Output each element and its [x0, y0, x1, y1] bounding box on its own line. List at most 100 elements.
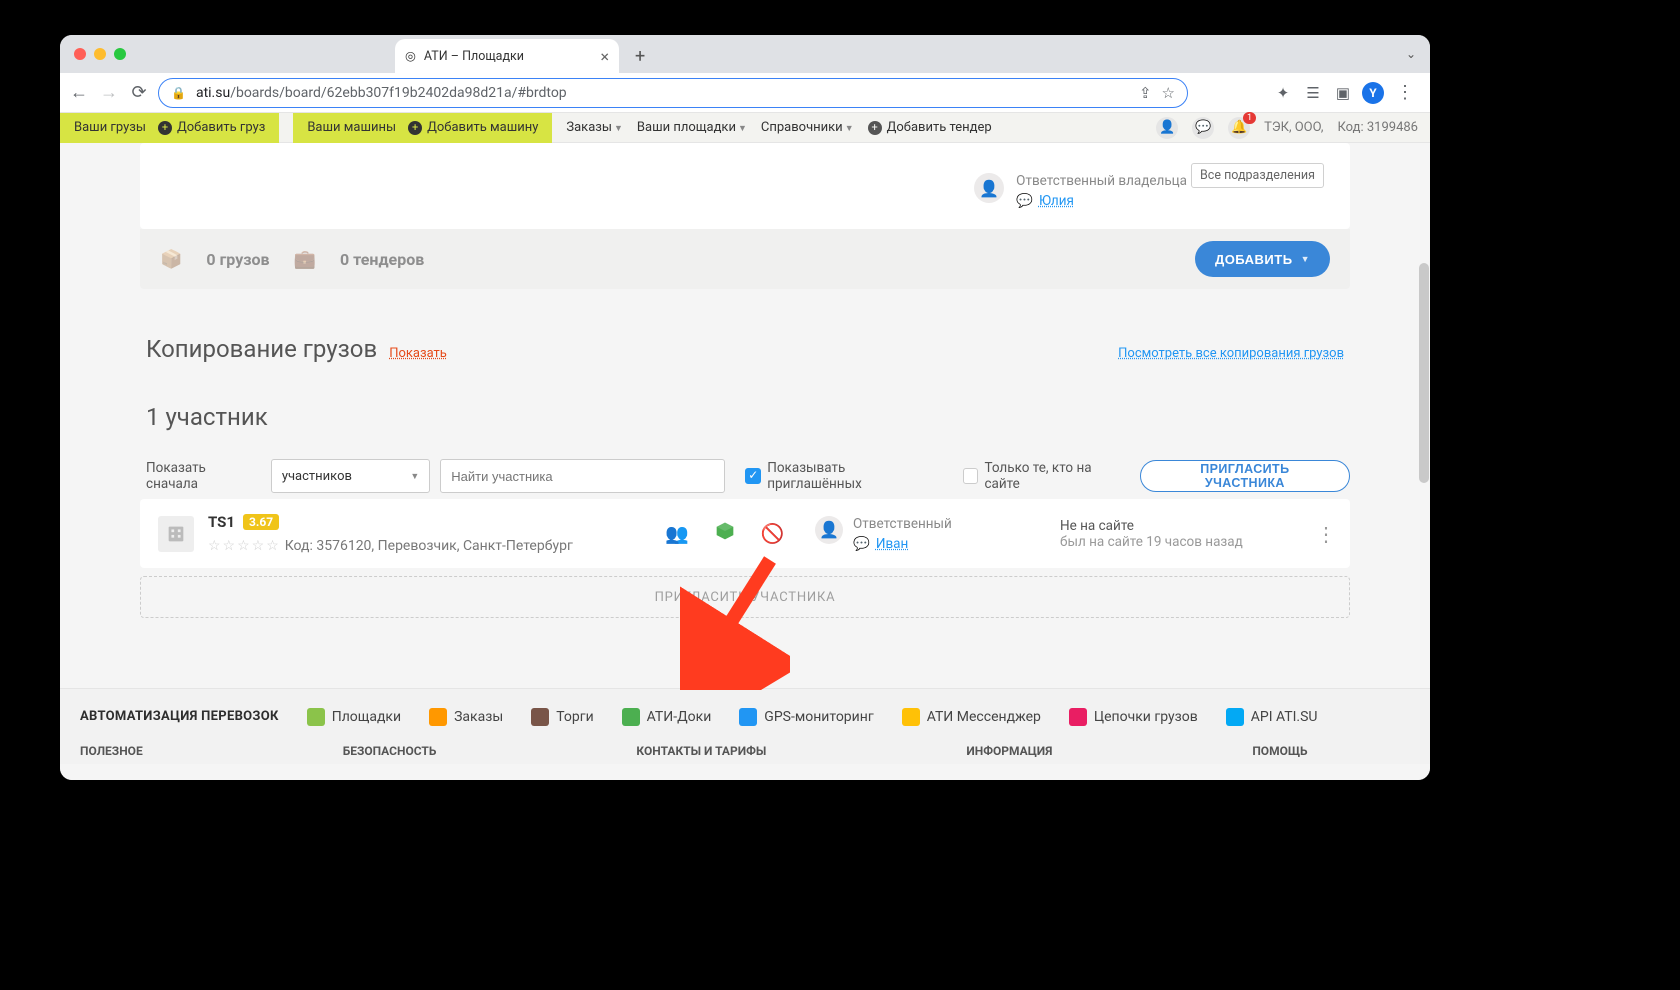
nav-add-cargo[interactable]: +Добавить груз — [158, 120, 265, 135]
browser-tab[interactable]: ◎ АТИ – Площадки × — [395, 39, 619, 73]
nav-your-cargo[interactable]: Ваши грузы — [74, 120, 146, 135]
share-icon[interactable]: ⇪ — [1139, 84, 1152, 102]
invite-box[interactable]: ПРИГЛАСИТЬ УЧАСТНИКА — [140, 576, 1350, 618]
footer-cat[interactable]: ПОМОЩЬ — [1252, 744, 1307, 764]
user-icon[interactable]: 👤 — [1156, 117, 1178, 139]
page-content: Все подразделения 👤 Ответственный владел… — [60, 143, 1430, 780]
sort-select[interactable]: участников▼ — [271, 459, 430, 493]
responsible-label: Ответственный — [853, 516, 952, 532]
owner-chat-link[interactable]: 💬 Юлия — [1016, 193, 1187, 209]
code-label: Код: — [1337, 120, 1363, 135]
checkbox-icon — [745, 468, 761, 484]
close-tab-icon[interactable]: × — [600, 47, 609, 66]
board-card: Все подразделения 👤 Ответственный владел… — [140, 143, 1350, 229]
owner-row: 👤 Ответственный владельца 💬 Юлия — [164, 163, 1191, 229]
box-icon: 📦 — [160, 249, 182, 270]
chevron-down-icon: ▼ — [410, 471, 419, 482]
row-menu-icon[interactable]: ⋮ — [1316, 522, 1336, 546]
nav-add-vehicle[interactable]: +Добавить машину — [408, 120, 538, 135]
footer-cat[interactable]: БЕЗОПАСНОСТЬ — [343, 744, 437, 764]
invite-button[interactable]: ПРИГЛАСИТЬ УЧАСТНИКА — [1140, 460, 1350, 492]
participant-row: TS1 3.67 ☆☆☆☆☆ Код: 3576120, Перевозчик,… — [140, 499, 1350, 568]
search-input[interactable] — [440, 459, 725, 493]
minimize-window-icon[interactable] — [94, 48, 106, 60]
footer-item-boards[interactable]: Площадки — [307, 708, 401, 726]
address-bar[interactable]: 🔒 ati.su/boards/board/62ebb307f19b2402da… — [158, 78, 1188, 108]
footer-item-messenger[interactable]: АТИ Мессенджер — [902, 708, 1041, 726]
nav-refs[interactable]: Справочники▼ — [761, 120, 854, 135]
briefcase-icon: 💼 — [294, 249, 316, 270]
tabs-menu-icon[interactable]: ⌄ — [1406, 47, 1416, 61]
footer-cat[interactable]: ПОЛЕЗНОЕ — [80, 744, 143, 764]
reload-button[interactable]: ⟳ — [128, 82, 150, 104]
forward-button[interactable]: → — [98, 82, 120, 104]
copy-section-header: Копирование грузов Показать Посмотреть в… — [146, 335, 1350, 363]
url-path: /boards/board/62ebb307f19b2402da98d21a/#… — [230, 85, 566, 101]
board-card-footer: 📦 0 грузов 💼 0 тендеров ДОБАВИТЬ▼ — [140, 229, 1350, 289]
reading-list-icon[interactable]: ☰ — [1302, 84, 1324, 102]
new-tab-button[interactable]: + — [635, 46, 645, 67]
owner-name[interactable]: Юлия — [1039, 193, 1074, 209]
nav-vehicle-segment: Ваши машины +Добавить машину — [293, 113, 552, 143]
show-first-label: Показать сначала — [146, 460, 261, 492]
scrollbar[interactable] — [1419, 263, 1429, 483]
copy-section-title: Копирование грузов — [146, 335, 377, 363]
checkbox-icon — [963, 468, 979, 484]
participant-main: TS1 3.67 ☆☆☆☆☆ Код: 3576120, Перевозчик,… — [208, 513, 573, 554]
bookmark-icon[interactable]: ☆ — [1162, 84, 1175, 102]
footer-strip: АВТОМАТИЗАЦИЯ ПЕРЕВОЗОК Площадки Заказы … — [60, 688, 1430, 744]
box-icon[interactable] — [715, 521, 735, 546]
window-controls — [60, 48, 126, 60]
status-column: Не на сайте был на сайте 19 часов назад — [1060, 518, 1243, 550]
online-status: Не на сайте — [1060, 518, 1243, 534]
cargo-count: 0 грузов — [206, 250, 269, 269]
footer-item-orders[interactable]: Заказы — [429, 708, 503, 726]
participant-name[interactable]: TS1 — [208, 513, 235, 531]
blocked-icon[interactable]: 🚫 — [761, 522, 785, 545]
footer-item-chains[interactable]: Цепочки грузов — [1069, 708, 1198, 726]
footer-cat[interactable]: КОНТАКТЫ И ТАРИФЫ — [636, 744, 766, 764]
footer-item-gps[interactable]: GPS-мониторинг — [739, 708, 873, 726]
chrome-tab-strip: ◎ АТИ – Площадки × + ⌄ — [60, 35, 1430, 73]
filter-row: Показать сначала участников▼ Показывать … — [146, 459, 1350, 493]
notifications-icon[interactable]: 🔔 — [1228, 117, 1250, 139]
maximize-window-icon[interactable] — [114, 48, 126, 60]
rating-badge: 3.67 — [243, 514, 279, 530]
nav-your-boards[interactable]: Ваши площадки▼ — [637, 120, 747, 135]
footer-cat[interactable]: ИНФОРМАЦИЯ — [966, 744, 1052, 764]
chat-icon[interactable]: 💬 — [1192, 117, 1214, 139]
chat-icon: 💬 — [853, 536, 870, 552]
responsible-chat-link[interactable]: 💬 Иван — [853, 536, 952, 552]
participants-heading: 1 участник — [146, 403, 1350, 431]
footer-categories: ПОЛЕЗНОЕ БЕЗОПАСНОСТЬ КОНТАКТЫ И ТАРИФЫ … — [60, 744, 1430, 764]
footer-item-auctions[interactable]: Торги — [531, 708, 593, 726]
last-seen: был на сайте 19 часов назад — [1060, 534, 1243, 550]
show-link[interactable]: Показать — [389, 346, 447, 361]
avatar-icon: 👤 — [815, 516, 843, 544]
back-button[interactable]: ← — [68, 82, 90, 104]
extensions-icon[interactable]: ✦ — [1272, 84, 1294, 102]
capability-icons: 👥 🚫 — [665, 521, 784, 546]
chk-online[interactable]: Только те, кто на сайте — [963, 460, 1130, 492]
group-icon[interactable]: 👥 — [665, 522, 689, 545]
chat-icon: 💬 — [1016, 193, 1033, 209]
browser-menu-icon[interactable]: ⋮ — [1392, 82, 1418, 103]
footer-item-docs[interactable]: АТИ-Доки — [622, 708, 712, 726]
nav-orders[interactable]: Заказы▼ — [566, 120, 623, 135]
view-all-link[interactable]: Посмотреть все копирования грузов — [1118, 346, 1344, 361]
nav-right: 👤 💬 🔔 ТЭК, ООО, Код: 3199486 — [1156, 117, 1418, 139]
close-window-icon[interactable] — [74, 48, 86, 60]
nav-your-vehicles[interactable]: Ваши машины — [307, 120, 396, 135]
responsible-name[interactable]: Иван — [876, 536, 908, 552]
add-button[interactable]: ДОБАВИТЬ▼ — [1195, 241, 1330, 277]
code-value: 3199486 — [1367, 120, 1418, 135]
dept-tag[interactable]: Все подразделения — [1191, 163, 1324, 188]
profile-avatar[interactable]: Y — [1362, 82, 1384, 104]
browser-window: ◎ АТИ – Площадки × + ⌄ ← → ⟳ 🔒 ati.su/bo… — [60, 35, 1430, 780]
nav-add-tender[interactable]: +Добавить тендер — [868, 120, 992, 135]
panel-icon[interactable]: ▣ — [1332, 84, 1354, 102]
company-icon — [158, 516, 194, 552]
footer-item-api[interactable]: API ATI.SU — [1226, 708, 1318, 726]
chk-invited[interactable]: Показывать приглашённых — [745, 460, 942, 492]
browser-toolbar: ← → ⟳ 🔒 ati.su/boards/board/62ebb307f19b… — [60, 73, 1430, 113]
